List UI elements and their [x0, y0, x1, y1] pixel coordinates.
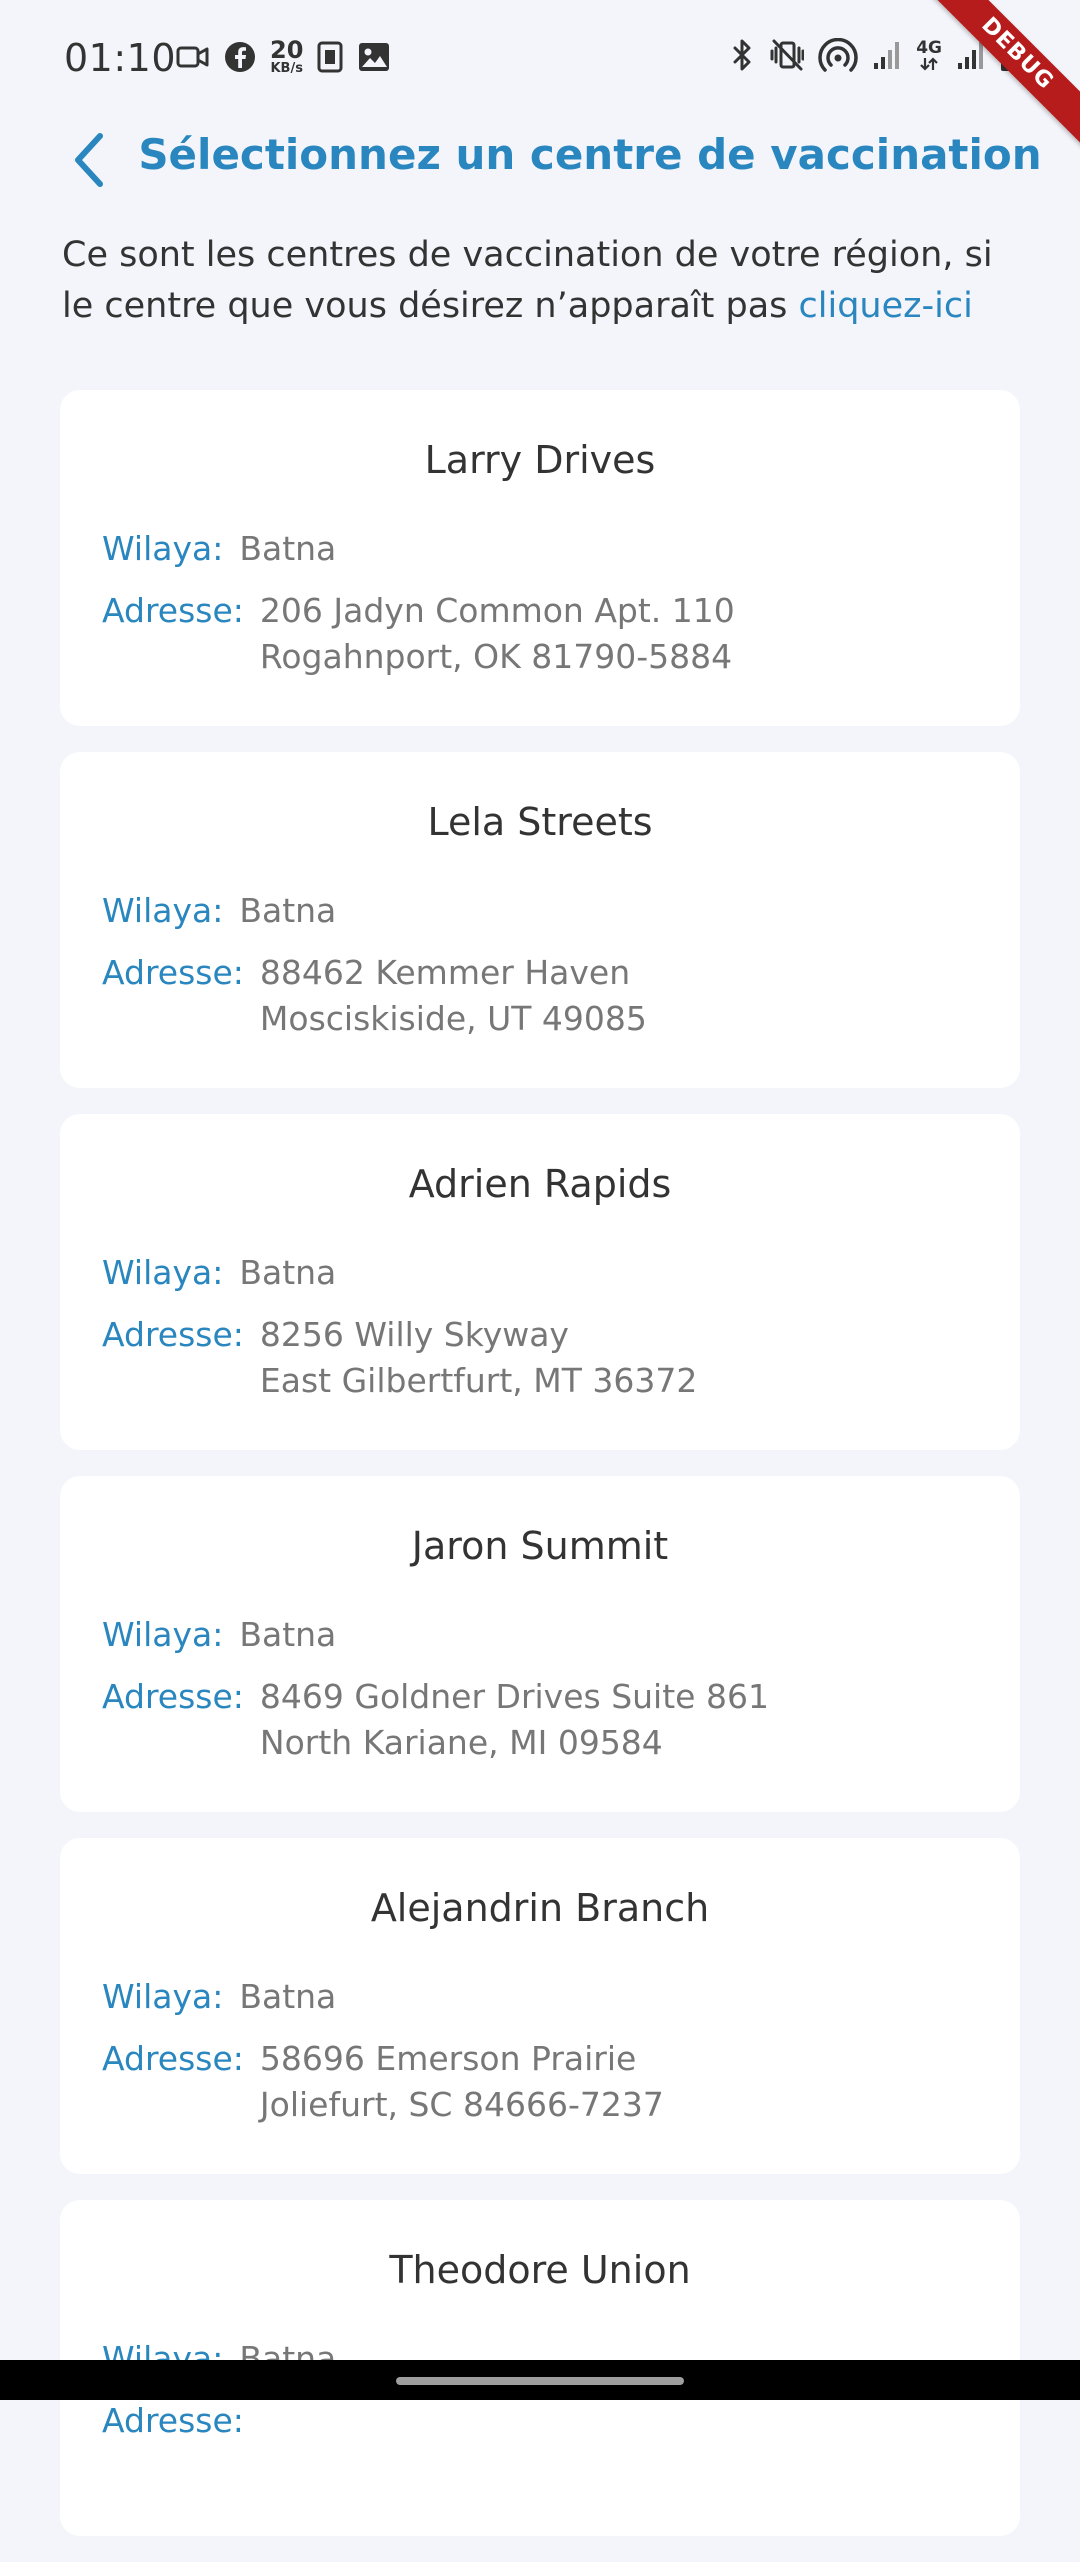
address-value: 8469 Goldner Drives Suite 861 North Kari…: [260, 1674, 769, 1766]
wilaya-value: Batna: [239, 891, 337, 930]
address-line1: 8256 Willy Skyway: [259, 1315, 569, 1354]
gallery-icon: [357, 41, 391, 73]
wilaya-row: Wilaya: Batna: [102, 526, 336, 572]
address-row: Adresse: 8256 Willy Skyway East Gilbertf…: [102, 1312, 697, 1404]
wilaya-label: Wilaya:: [102, 891, 224, 930]
page-title: Sélectionnez un centre de vaccination: [138, 130, 1042, 179]
status-left-icons: 20 KB/s: [176, 38, 391, 75]
vibrate-mute-icon: [770, 38, 805, 72]
vaccination-center-card-2[interactable]: Lela Streets Wilaya: Batna Adresse: 8846…: [60, 752, 1020, 1088]
vaccination-center-card-1[interactable]: Larry Drives Wilaya: Batna Adresse: 206 …: [60, 390, 1020, 726]
chevron-left-icon: [75, 133, 103, 187]
address-label: Adresse:: [102, 591, 244, 630]
status-bar: 01:10 20 KB/s 4G DEBUG: [0, 0, 1080, 149]
address-line2: North Kariane, MI 09584: [259, 1723, 663, 1762]
address-line1: 88462 Kemmer Haven: [259, 953, 631, 992]
data-speed-unit: KB/s: [270, 61, 303, 76]
wilaya-value: Batna: [239, 1253, 337, 1292]
wilaya-label: Wilaya:: [102, 529, 224, 568]
wilaya-label: Wilaya:: [102, 1615, 224, 1654]
center-name: Adrien Rapids: [408, 1162, 672, 1206]
wilaya-label: Wilaya:: [102, 1253, 224, 1292]
debug-banner: DEBUG: [930, 0, 1080, 150]
click-here-link[interactable]: cliquez-ici: [799, 286, 973, 326]
address-value: 8256 Willy Skyway East Gilbertfurt, MT 3…: [260, 1312, 697, 1404]
address-label: Adresse:: [102, 2401, 244, 2440]
wilaya-row: Wilaya: Batna: [102, 1974, 336, 2020]
address-line2: Rogahnport, OK 81790-5884: [259, 637, 733, 676]
address-label: Adresse:: [102, 953, 244, 992]
intro-text: Ce sont les centres de vaccination de vo…: [62, 230, 1022, 332]
address-line1: 8469 Goldner Drives Suite 861: [259, 1677, 769, 1716]
status-time: 01:10: [64, 36, 177, 80]
k-app-icon: [317, 41, 343, 73]
center-name: Larry Drives: [424, 438, 656, 482]
debug-banner-label: DEBUG: [930, 0, 1080, 149]
address-label: Adresse:: [102, 1677, 244, 1716]
bluetooth-icon: [730, 38, 756, 72]
address-line2: Joliefurt, SC 84666-7237: [259, 2085, 664, 2124]
video-camera-icon: [176, 43, 210, 71]
data-speed-value: 20: [270, 36, 304, 64]
vaccination-center-card-3[interactable]: Adrien Rapids Wilaya: Batna Adresse: 825…: [60, 1114, 1020, 1450]
vaccination-center-list: Larry Drives Wilaya: Batna Adresse: 206 …: [60, 390, 1020, 2562]
signal-icon: [872, 39, 902, 71]
address-value: 206 Jadyn Common Apt. 110 Rogahnport, OK…: [260, 588, 735, 680]
wilaya-value: Batna: [239, 1977, 337, 2016]
facebook-icon: [224, 41, 256, 73]
data-speed-indicator: 20 KB/s: [270, 38, 303, 75]
address-line2: East Gilbertfurt, MT 36372: [259, 1361, 698, 1400]
wilaya-value: Batna: [239, 1615, 337, 1654]
address-label: Adresse:: [102, 1315, 244, 1354]
vaccination-center-card-5[interactable]: Alejandrin Branch Wilaya: Batna Adresse:…: [60, 1838, 1020, 2174]
center-name: Alejandrin Branch: [370, 1886, 710, 1930]
address-row: Adresse: 58696 Emerson Prairie Joliefurt…: [102, 2036, 664, 2128]
address-row: Adresse: 8469 Goldner Drives Suite 861 N…: [102, 1674, 769, 1766]
address-row: Adresse: 88462 Kemmer Haven Mosciskiside…: [102, 950, 647, 1042]
hotspot-icon: [818, 38, 858, 72]
center-name: Theodore Union: [389, 2248, 691, 2292]
wilaya-row: Wilaya: Batna: [102, 888, 336, 934]
back-button[interactable]: [58, 128, 122, 192]
center-name: Jaron Summit: [411, 1524, 669, 1568]
vaccination-center-card-4[interactable]: Jaron Summit Wilaya: Batna Adresse: 8469…: [60, 1476, 1020, 1812]
center-name: Lela Streets: [427, 800, 653, 844]
address-row: Adresse:: [102, 2398, 260, 2444]
address-line2: Mosciskiside, UT 49085: [259, 999, 647, 1038]
home-indicator[interactable]: [396, 2377, 684, 2385]
address-label: Adresse:: [102, 2039, 244, 2078]
navigation-bar: [0, 2360, 1080, 2400]
address-line1: 206 Jadyn Common Apt. 110: [259, 591, 735, 630]
wilaya-row: Wilaya: Batna: [102, 1250, 336, 1296]
address-value: 58696 Emerson Prairie Joliefurt, SC 8466…: [260, 2036, 664, 2128]
wilaya-label: Wilaya:: [102, 1977, 224, 2016]
wilaya-value: Batna: [239, 529, 337, 568]
address-value: 88462 Kemmer Haven Mosciskiside, UT 4908…: [260, 950, 647, 1042]
address-row: Adresse: 206 Jadyn Common Apt. 110 Rogah…: [102, 588, 735, 680]
wilaya-row: Wilaya: Batna: [102, 1612, 336, 1658]
address-line1: 58696 Emerson Prairie: [259, 2039, 637, 2078]
